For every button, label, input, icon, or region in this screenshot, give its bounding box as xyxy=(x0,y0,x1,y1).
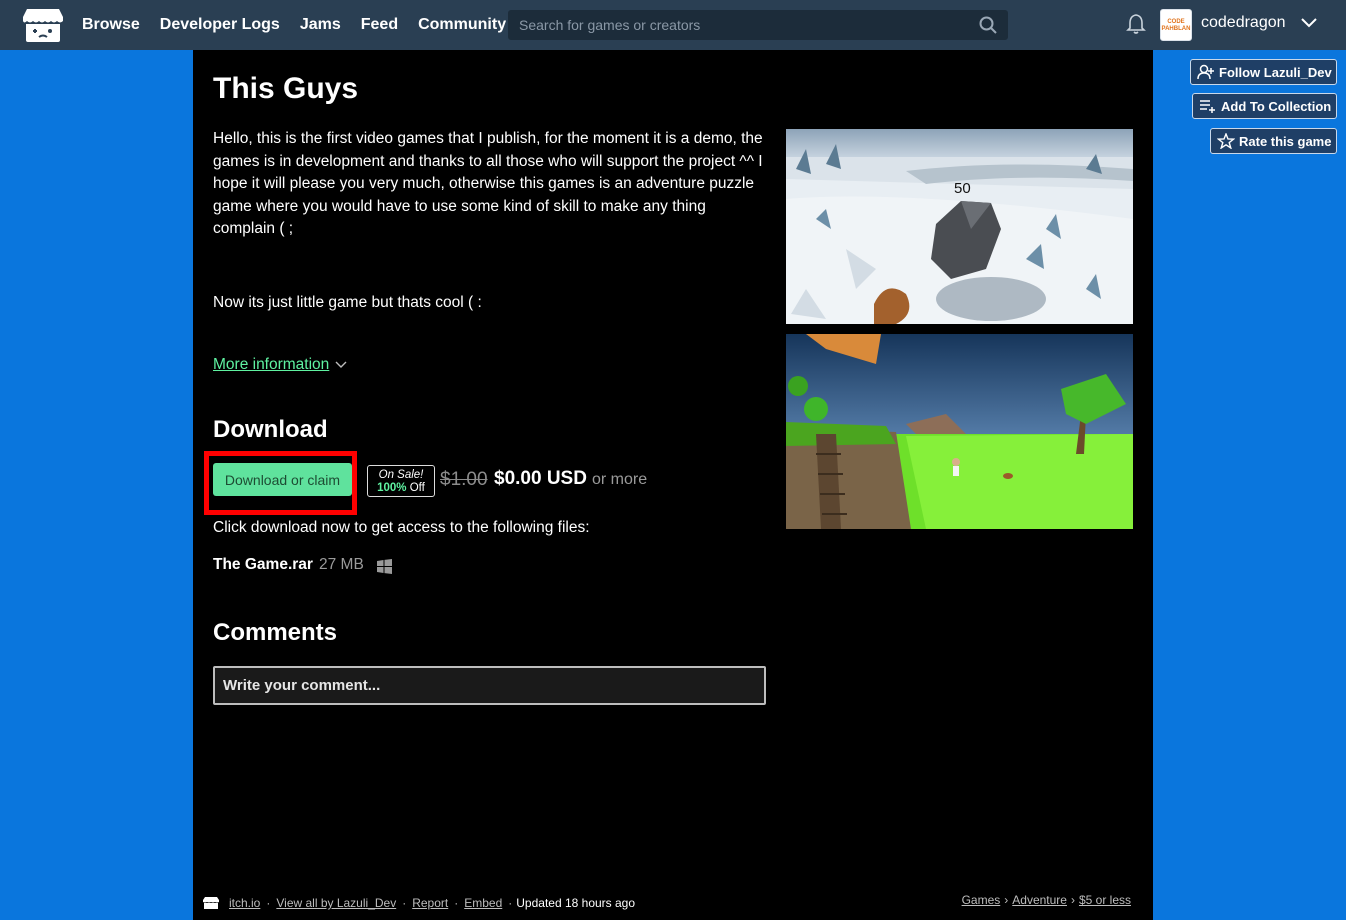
breadcrumb-adventure[interactable]: Adventure xyxy=(1012,893,1067,907)
more-information-toggle[interactable]: More information xyxy=(213,356,347,374)
page-footer: itch.io · View all by Lazuli_Dev · Repor… xyxy=(203,893,1143,913)
snow-scene-image: 50 xyxy=(786,129,1133,324)
user-avatar[interactable]: CODE PAHBLAN xyxy=(1160,9,1192,41)
game-page-panel: This Guys Hello, this is the first video… xyxy=(193,50,1153,920)
sale-percent: 100% xyxy=(377,482,407,494)
nav-browse[interactable]: Browse xyxy=(82,16,140,34)
rate-game-button[interactable]: Rate this game xyxy=(1210,128,1337,154)
screenshot-counter: 50 xyxy=(954,180,971,197)
username-label[interactable]: codedragon xyxy=(1201,14,1286,32)
download-heading: Download xyxy=(213,416,328,443)
notification-bell-icon[interactable] xyxy=(1126,13,1146,35)
separator-dot: · xyxy=(266,896,271,910)
breadcrumb: Games › Adventure › $5 or less xyxy=(960,893,1133,907)
comment-input[interactable] xyxy=(213,666,766,705)
follow-button-label: Follow Lazuli_Dev xyxy=(1219,64,1332,80)
itchio-logo-icon[interactable] xyxy=(23,7,63,43)
nav-developer-logs[interactable]: Developer Logs xyxy=(160,16,280,34)
breadcrumb-separator: › xyxy=(1004,893,1009,907)
sale-off-label: Off xyxy=(409,482,425,494)
search-bar xyxy=(508,10,1008,40)
nav-feed[interactable]: Feed xyxy=(361,16,398,34)
footer-updated-text: Updated 18 hours ago xyxy=(516,896,636,910)
breadcrumb-separator: › xyxy=(1070,893,1075,907)
game-title: This Guys xyxy=(213,72,359,105)
footer-view-all-link[interactable]: View all by Lazuli_Dev xyxy=(276,896,396,910)
breadcrumb-games[interactable]: Games xyxy=(962,893,1001,907)
footer-report-link[interactable]: Report xyxy=(412,896,448,910)
nav-jams[interactable]: Jams xyxy=(300,16,341,34)
file-size: 27 MB xyxy=(319,556,364,573)
chevron-down-icon[interactable] xyxy=(1300,16,1318,30)
chevron-down-icon xyxy=(335,361,347,368)
itchio-small-icon[interactable] xyxy=(203,896,219,910)
breadcrumb-price[interactable]: $5 or less xyxy=(1079,893,1131,907)
or-more-label: or more xyxy=(592,471,648,488)
nav-community[interactable]: Community xyxy=(418,16,506,34)
follow-button[interactable]: Follow Lazuli_Dev xyxy=(1190,59,1337,85)
comments-heading: Comments xyxy=(213,619,338,646)
separator-dot: · xyxy=(454,896,459,910)
game-screenshot-2[interactable] xyxy=(786,334,1133,529)
footer-itchio-link[interactable]: itch.io xyxy=(229,896,260,910)
footer-embed-link[interactable]: Embed xyxy=(464,896,502,910)
top-navigation-bar: Browse Developer Logs Jams Feed Communit… xyxy=(0,0,1346,50)
download-or-claim-button[interactable]: Download or claim xyxy=(213,463,352,496)
main-nav: Browse Developer Logs Jams Feed Communit… xyxy=(82,0,526,50)
rate-game-label: Rate this game xyxy=(1239,133,1332,149)
add-user-icon xyxy=(1197,64,1214,80)
game-screenshot-1[interactable]: 50 xyxy=(786,129,1133,324)
game-description: Hello, this is the first video games tha… xyxy=(213,130,763,237)
more-information-label: More information xyxy=(213,356,330,373)
playlist-add-icon xyxy=(1200,100,1215,113)
separator-dot: · xyxy=(508,896,513,910)
original-price: $1.00 xyxy=(440,469,488,490)
sale-label: On Sale! xyxy=(378,469,424,481)
windows-icon xyxy=(377,559,392,574)
sale-price: $0.00 USD xyxy=(494,468,587,489)
search-input[interactable] xyxy=(509,17,969,33)
green-scene-image xyxy=(786,334,1133,529)
separator-dot: · xyxy=(402,896,407,910)
game-description-secondary: Now its just little game but thats cool … xyxy=(213,294,482,311)
add-to-collection-label: Add To Collection xyxy=(1221,98,1332,114)
star-icon xyxy=(1217,133,1235,149)
file-name: The Game.rar xyxy=(213,556,313,573)
add-to-collection-button[interactable]: Add To Collection xyxy=(1192,93,1337,119)
search-icon[interactable] xyxy=(979,16,997,34)
sale-badge: On Sale! 100% Off xyxy=(367,465,435,497)
download-instructions: Click download now to get access to the … xyxy=(213,519,590,536)
